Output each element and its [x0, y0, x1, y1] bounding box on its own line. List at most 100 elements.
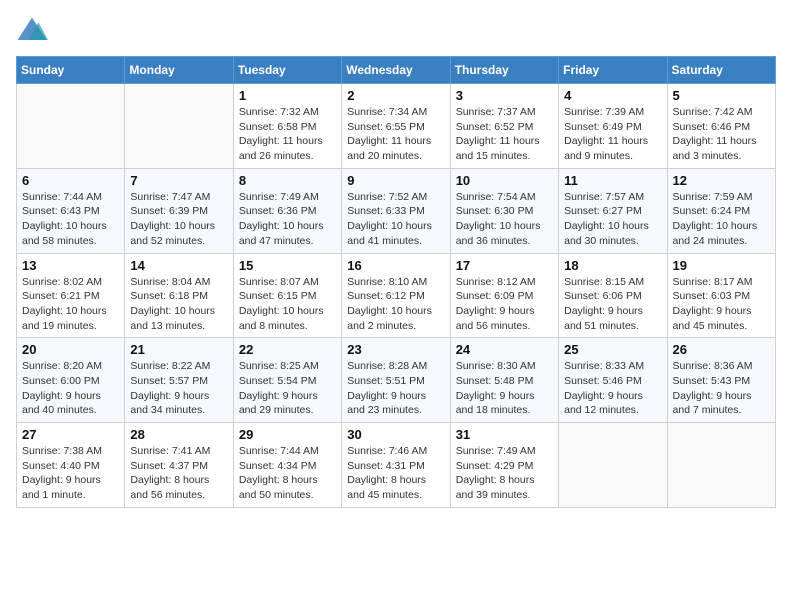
day-info: Sunrise: 7:38 AM Sunset: 4:40 PM Dayligh…	[22, 444, 119, 503]
day-number: 26	[673, 342, 770, 357]
day-info: Sunrise: 8:10 AM Sunset: 6:12 PM Dayligh…	[347, 275, 444, 334]
day-info: Sunrise: 8:22 AM Sunset: 5:57 PM Dayligh…	[130, 359, 227, 418]
day-number: 7	[130, 173, 227, 188]
day-info: Sunrise: 8:04 AM Sunset: 6:18 PM Dayligh…	[130, 275, 227, 334]
day-number: 12	[673, 173, 770, 188]
calendar-cell: 30Sunrise: 7:46 AM Sunset: 4:31 PM Dayli…	[342, 423, 450, 508]
day-info: Sunrise: 8:28 AM Sunset: 5:51 PM Dayligh…	[347, 359, 444, 418]
day-info: Sunrise: 7:57 AM Sunset: 6:27 PM Dayligh…	[564, 190, 661, 249]
weekday-header: Monday	[125, 57, 233, 84]
day-number: 22	[239, 342, 336, 357]
day-number: 23	[347, 342, 444, 357]
day-info: Sunrise: 7:49 AM Sunset: 6:36 PM Dayligh…	[239, 190, 336, 249]
day-info: Sunrise: 8:07 AM Sunset: 6:15 PM Dayligh…	[239, 275, 336, 334]
day-info: Sunrise: 8:15 AM Sunset: 6:06 PM Dayligh…	[564, 275, 661, 334]
logo-icon	[16, 16, 48, 44]
day-number: 10	[456, 173, 553, 188]
day-info: Sunrise: 8:30 AM Sunset: 5:48 PM Dayligh…	[456, 359, 553, 418]
day-info: Sunrise: 7:59 AM Sunset: 6:24 PM Dayligh…	[673, 190, 770, 249]
day-info: Sunrise: 7:49 AM Sunset: 4:29 PM Dayligh…	[456, 444, 553, 503]
calendar-cell: 21 Sunrise: 8:22 AM Sunset: 5:57 PM Dayli…	[125, 338, 233, 423]
day-info: Sunrise: 8:12 AM Sunset: 6:09 PM Dayligh…	[456, 275, 553, 334]
calendar-cell: 5 Sunrise: 7:42 AM Sunset: 6:46 PM Daylig…	[667, 84, 775, 169]
calendar-cell	[559, 423, 667, 508]
calendar-cell: 19 Sunrise: 8:17 AM Sunset: 6:03 PM Dayli…	[667, 253, 775, 338]
day-info: Sunrise: 8:17 AM Sunset: 6:03 PM Dayligh…	[673, 275, 770, 334]
weekday-header: Thursday	[450, 57, 558, 84]
calendar-cell: 18 Sunrise: 8:15 AM Sunset: 6:06 PM Dayli…	[559, 253, 667, 338]
calendar-cell: 25 Sunrise: 8:33 AM Sunset: 5:46 PM Dayli…	[559, 338, 667, 423]
calendar-header-row: SundayMondayTuesdayWednesdayThursdayFrid…	[17, 57, 776, 84]
calendar-cell: 24Sunrise: 8:30 AM Sunset: 5:48 PM Dayli…	[450, 338, 558, 423]
calendar-week-row: 1 Sunrise: 7:32 AM Sunset: 6:58 PM Daylig…	[17, 84, 776, 169]
day-number: 25	[564, 342, 661, 357]
calendar-cell: 17 Sunrise: 8:12 AM Sunset: 6:09 PM Dayli…	[450, 253, 558, 338]
calendar-week-row: 20Sunrise: 8:20 AM Sunset: 6:00 PM Dayli…	[17, 338, 776, 423]
day-number: 29	[239, 427, 336, 442]
day-info: Sunrise: 8:33 AM Sunset: 5:46 PM Dayligh…	[564, 359, 661, 418]
calendar-cell: 12 Sunrise: 7:59 AM Sunset: 6:24 PM Dayli…	[667, 168, 775, 253]
day-info: Sunrise: 7:39 AM Sunset: 6:49 PM Dayligh…	[564, 105, 661, 164]
calendar-cell: 13 Sunrise: 8:02 AM Sunset: 6:21 PM Dayli…	[17, 253, 125, 338]
day-number: 3	[456, 88, 553, 103]
day-info: Sunrise: 7:37 AM Sunset: 6:52 PM Dayligh…	[456, 105, 553, 164]
calendar-cell: 14 Sunrise: 8:04 AM Sunset: 6:18 PM Dayli…	[125, 253, 233, 338]
day-number: 28	[130, 427, 227, 442]
calendar-cell: 1 Sunrise: 7:32 AM Sunset: 6:58 PM Daylig…	[233, 84, 341, 169]
calendar-cell: 29 Sunrise: 7:44 AM Sunset: 4:34 PM Dayli…	[233, 423, 341, 508]
page-header	[16, 16, 776, 44]
day-number: 5	[673, 88, 770, 103]
calendar-week-row: 13 Sunrise: 8:02 AM Sunset: 6:21 PM Dayli…	[17, 253, 776, 338]
calendar-cell: 27Sunrise: 7:38 AM Sunset: 4:40 PM Dayli…	[17, 423, 125, 508]
day-number: 9	[347, 173, 444, 188]
day-number: 8	[239, 173, 336, 188]
calendar-cell: 11 Sunrise: 7:57 AM Sunset: 6:27 PM Dayli…	[559, 168, 667, 253]
day-info: Sunrise: 8:36 AM Sunset: 5:43 PM Dayligh…	[673, 359, 770, 418]
day-number: 21	[130, 342, 227, 357]
day-info: Sunrise: 7:41 AM Sunset: 4:37 PM Dayligh…	[130, 444, 227, 503]
day-number: 30	[347, 427, 444, 442]
day-number: 6	[22, 173, 119, 188]
calendar-cell: 8 Sunrise: 7:49 AM Sunset: 6:36 PM Daylig…	[233, 168, 341, 253]
day-number: 11	[564, 173, 661, 188]
calendar-table: SundayMondayTuesdayWednesdayThursdayFrid…	[16, 56, 776, 508]
calendar-cell	[17, 84, 125, 169]
day-number: 16	[347, 258, 444, 273]
calendar-cell	[125, 84, 233, 169]
day-number: 1	[239, 88, 336, 103]
day-info: Sunrise: 8:02 AM Sunset: 6:21 PM Dayligh…	[22, 275, 119, 334]
calendar-cell: 9 Sunrise: 7:52 AM Sunset: 6:33 PM Daylig…	[342, 168, 450, 253]
day-info: Sunrise: 7:44 AM Sunset: 6:43 PM Dayligh…	[22, 190, 119, 249]
day-info: Sunrise: 7:32 AM Sunset: 6:58 PM Dayligh…	[239, 105, 336, 164]
weekday-header: Saturday	[667, 57, 775, 84]
day-number: 17	[456, 258, 553, 273]
day-info: Sunrise: 7:44 AM Sunset: 4:34 PM Dayligh…	[239, 444, 336, 503]
weekday-header: Wednesday	[342, 57, 450, 84]
day-info: Sunrise: 7:34 AM Sunset: 6:55 PM Dayligh…	[347, 105, 444, 164]
day-number: 13	[22, 258, 119, 273]
day-info: Sunrise: 8:25 AM Sunset: 5:54 PM Dayligh…	[239, 359, 336, 418]
calendar-cell: 4Sunrise: 7:39 AM Sunset: 6:49 PM Daylig…	[559, 84, 667, 169]
day-info: Sunrise: 7:52 AM Sunset: 6:33 PM Dayligh…	[347, 190, 444, 249]
calendar-cell: 31 Sunrise: 7:49 AM Sunset: 4:29 PM Dayli…	[450, 423, 558, 508]
calendar-cell: 16 Sunrise: 8:10 AM Sunset: 6:12 PM Dayli…	[342, 253, 450, 338]
day-number: 15	[239, 258, 336, 273]
day-number: 14	[130, 258, 227, 273]
day-number: 18	[564, 258, 661, 273]
calendar-cell: 2Sunrise: 7:34 AM Sunset: 6:55 PM Daylig…	[342, 84, 450, 169]
calendar-cell: 20Sunrise: 8:20 AM Sunset: 6:00 PM Dayli…	[17, 338, 125, 423]
calendar-week-row: 6 Sunrise: 7:44 AM Sunset: 6:43 PM Daylig…	[17, 168, 776, 253]
calendar-cell	[667, 423, 775, 508]
calendar-cell: 3 Sunrise: 7:37 AM Sunset: 6:52 PM Daylig…	[450, 84, 558, 169]
day-number: 31	[456, 427, 553, 442]
calendar-cell: 6 Sunrise: 7:44 AM Sunset: 6:43 PM Daylig…	[17, 168, 125, 253]
calendar-cell: 23 Sunrise: 8:28 AM Sunset: 5:51 PM Dayli…	[342, 338, 450, 423]
weekday-header: Sunday	[17, 57, 125, 84]
weekday-header: Tuesday	[233, 57, 341, 84]
day-number: 20	[22, 342, 119, 357]
calendar-cell: 15 Sunrise: 8:07 AM Sunset: 6:15 PM Dayli…	[233, 253, 341, 338]
day-info: Sunrise: 7:42 AM Sunset: 6:46 PM Dayligh…	[673, 105, 770, 164]
calendar-week-row: 27Sunrise: 7:38 AM Sunset: 4:40 PM Dayli…	[17, 423, 776, 508]
weekday-header: Friday	[559, 57, 667, 84]
day-number: 19	[673, 258, 770, 273]
